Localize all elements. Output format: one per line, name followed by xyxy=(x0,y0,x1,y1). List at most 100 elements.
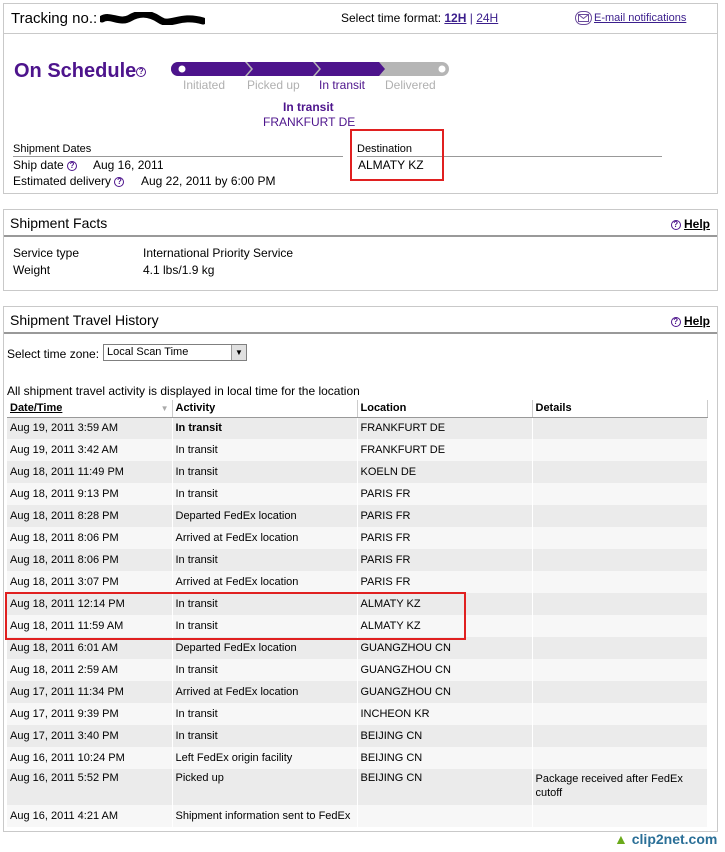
table-row: Aug 18, 2011 8:06 PM In transit PARIS FR xyxy=(7,549,708,571)
email-notifications-link[interactable]: E-mail notifications xyxy=(594,12,686,24)
time-format-24h-link[interactable]: 24H xyxy=(476,11,498,25)
email-notifications[interactable]: E-mail notifications xyxy=(575,11,686,25)
cell-details xyxy=(532,439,708,461)
facts-help[interactable]: ? Help xyxy=(670,217,710,231)
cell-details xyxy=(532,615,708,637)
cell-location: BEIJING CN xyxy=(357,725,533,747)
timezone-selected-value: Local Scan Time xyxy=(107,346,189,358)
cell-activity: Arrived at FedEx location xyxy=(172,527,358,549)
est-delivery-value: Aug 22, 2011 by 6:00 PM xyxy=(141,174,276,188)
history-header: Shipment Travel History ? Help xyxy=(4,307,717,334)
cell-details xyxy=(532,417,708,439)
cell-datetime: Aug 17, 2011 11:34 PM xyxy=(7,681,173,703)
cell-activity: Departed FedEx location xyxy=(172,637,358,659)
cell-details xyxy=(532,505,708,527)
cell-activity: In transit xyxy=(172,417,358,439)
sort-arrow-icon[interactable]: ▼ xyxy=(161,404,169,413)
clip2net-watermark: ▲ clip2net.com xyxy=(614,831,718,847)
cell-details xyxy=(532,747,708,769)
column-header-location: Location xyxy=(357,400,533,418)
cell-activity: In transit xyxy=(172,483,358,505)
tracking-panel: Tracking no.: Select time format: 12H | … xyxy=(3,3,718,194)
cell-activity: Departed FedEx location xyxy=(172,505,358,527)
cell-activity: Arrived at FedEx location xyxy=(172,681,358,703)
table-row: Aug 17, 2011 11:34 PM Arrived at FedEx lo… xyxy=(7,681,708,703)
timezone-label: Select time zone: xyxy=(7,347,100,361)
cell-details xyxy=(532,593,708,615)
facts-header: Shipment Facts ? Help xyxy=(4,210,717,237)
est-delivery-label: Estimated delivery ? xyxy=(13,174,125,188)
step-picked-up: Picked up xyxy=(247,78,300,92)
cell-location: BEIJING CN xyxy=(357,747,533,769)
cell-details: Package received after FedEx cutoff xyxy=(532,769,708,805)
timezone-note: All shipment travel activity is displaye… xyxy=(7,384,360,398)
facts-help-link[interactable]: Help xyxy=(684,217,710,231)
step-initiated: Initiated xyxy=(183,78,226,92)
cell-location: PARIS FR xyxy=(357,549,533,571)
ship-date-label: Ship date ? xyxy=(13,158,78,172)
table-row: Aug 17, 2011 9:39 PM In transit INCHEON KR xyxy=(7,703,708,725)
cell-datetime: Aug 18, 2011 2:59 AM xyxy=(7,659,173,681)
cell-location: PARIS FR xyxy=(357,571,533,593)
cell-datetime: Aug 18, 2011 8:06 PM xyxy=(7,527,173,549)
dropdown-arrow-icon[interactable]: ▼ xyxy=(231,345,246,360)
cell-datetime: Aug 16, 2011 5:52 PM xyxy=(7,769,173,805)
table-row: Aug 18, 2011 11:49 PM In transit KOELN DE xyxy=(7,461,708,483)
current-status: In transit xyxy=(283,100,334,114)
travel-history-panel: Shipment Travel History ? Help Select ti… xyxy=(3,306,718,832)
cell-details xyxy=(532,681,708,703)
cell-details xyxy=(532,461,708,483)
column-header-details: Details xyxy=(532,400,708,418)
cell-datetime: Aug 19, 2011 3:59 AM xyxy=(7,417,173,439)
cell-datetime: Aug 18, 2011 3:07 PM xyxy=(7,571,173,593)
column-header-datetime[interactable]: Date/Time ▼ xyxy=(7,400,173,418)
history-help-link[interactable]: Help xyxy=(684,314,710,328)
table-row: Aug 18, 2011 8:28 PM Departed FedEx locat… xyxy=(7,505,708,527)
cell-datetime: Aug 18, 2011 9:13 PM xyxy=(7,483,173,505)
shipment-facts-panel: Shipment Facts ? Help Service type Inter… xyxy=(3,209,718,291)
table-row: Aug 18, 2011 3:07 PM Arrived at FedEx loc… xyxy=(7,571,708,593)
table-row: Aug 18, 2011 6:01 AM Departed FedEx locat… xyxy=(7,637,708,659)
cell-details xyxy=(532,637,708,659)
cell-details xyxy=(532,659,708,681)
cell-datetime: Aug 16, 2011 4:21 AM xyxy=(7,805,173,827)
cell-datetime: Aug 18, 2011 8:06 PM xyxy=(7,549,173,571)
cell-activity: In transit xyxy=(172,659,358,681)
cell-activity: In transit xyxy=(172,725,358,747)
cell-location: PARIS FR xyxy=(357,483,533,505)
progress-end-dot xyxy=(438,65,446,73)
table-row: Aug 16, 2011 4:21 AM Shipment information… xyxy=(7,805,708,827)
cell-location: GUANGZHOU CN xyxy=(357,637,533,659)
help-question-icon[interactable]: ? xyxy=(114,176,125,187)
cell-activity: Arrived at FedEx location xyxy=(172,571,358,593)
shipment-status: On Schedule? xyxy=(14,60,147,83)
history-title: Shipment Travel History xyxy=(10,312,159,328)
envelope-icon xyxy=(575,11,592,25)
cell-datetime: Aug 17, 2011 3:40 PM xyxy=(7,725,173,747)
table-row: Aug 19, 2011 3:59 AM In transit FRANKFURT … xyxy=(7,417,708,439)
weight-label: Weight xyxy=(13,263,51,277)
cell-location: GUANGZHOU CN xyxy=(357,659,533,681)
table-row: Aug 16, 2011 5:52 PM Picked up BEIJING CN P… xyxy=(7,769,708,805)
cell-location: INCHEON KR xyxy=(357,703,533,725)
service-type-label: Service type xyxy=(13,246,80,260)
cell-datetime: Aug 18, 2011 6:01 AM xyxy=(7,637,173,659)
help-question-icon[interactable]: ? xyxy=(136,66,147,77)
ship-date-value: Aug 16, 2011 xyxy=(93,158,164,172)
help-question-icon[interactable]: ? xyxy=(67,160,78,171)
cell-activity: Picked up xyxy=(172,769,358,805)
help-question-icon: ? xyxy=(670,219,681,230)
table-row: Aug 18, 2011 2:59 AM In transit GUANGZHOU … xyxy=(7,659,708,681)
timezone-select[interactable]: Local Scan Time ▼ xyxy=(103,344,247,361)
history-help[interactable]: ? Help xyxy=(670,314,710,328)
cell-location: FRANKFURT DE xyxy=(357,439,533,461)
cell-details xyxy=(532,805,708,827)
table-row: Aug 18, 2011 9:13 PM In transit PARIS FR xyxy=(7,483,708,505)
time-format-12h-link[interactable]: 12H xyxy=(444,11,466,25)
cell-details xyxy=(532,549,708,571)
weight-value: 4.1 lbs/1.9 kg xyxy=(143,263,215,277)
step-delivered: Delivered xyxy=(385,78,436,92)
time-format-separator: | xyxy=(469,11,473,25)
facts-title: Shipment Facts xyxy=(10,215,108,231)
cell-details xyxy=(532,725,708,747)
